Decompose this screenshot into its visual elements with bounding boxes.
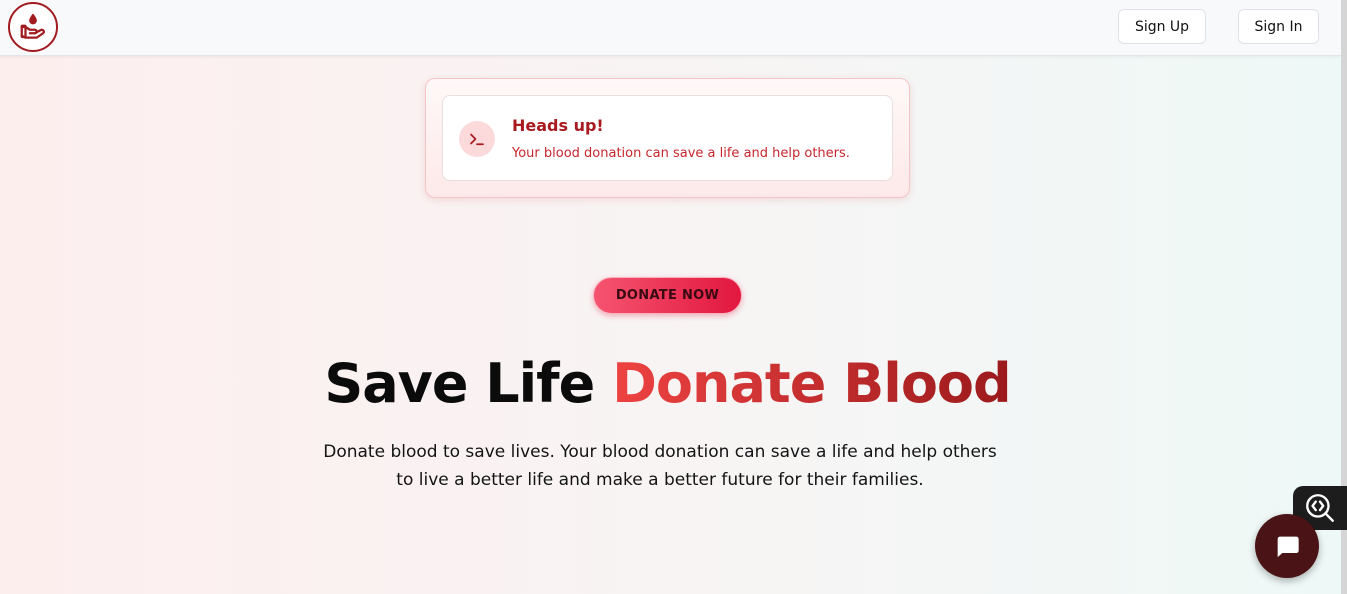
terminal-icon — [470, 133, 484, 146]
alert-box: Heads up! Your blood donation can save a… — [442, 95, 893, 181]
sign-up-button[interactable]: Sign Up — [1118, 9, 1206, 44]
alert-title: Heads up! — [512, 116, 604, 135]
alert-card: Heads up! Your blood donation can save a… — [425, 78, 910, 198]
top-navbar: Sign Up Sign In — [0, 0, 1341, 56]
hero-title: Save Life Donate Blood — [0, 352, 1335, 415]
code-inspect-icon — [1306, 494, 1334, 522]
donate-now-button[interactable]: DONATE NOW — [593, 277, 742, 314]
alert-description: Your blood donation can save a life and … — [512, 146, 850, 161]
logo[interactable] — [8, 2, 58, 52]
hero-title-accent: Donate Blood — [612, 352, 1012, 415]
hero-description: Donate blood to save lives. Your blood d… — [323, 442, 997, 490]
hero-title-plain: Save Life — [324, 352, 613, 415]
alert-icon-badge — [459, 121, 495, 157]
chat-button[interactable] — [1255, 514, 1319, 578]
chat-bubble-icon — [1277, 536, 1299, 558]
sign-in-button[interactable]: Sign In — [1238, 9, 1319, 44]
blood-drop-hand-icon — [20, 14, 45, 39]
